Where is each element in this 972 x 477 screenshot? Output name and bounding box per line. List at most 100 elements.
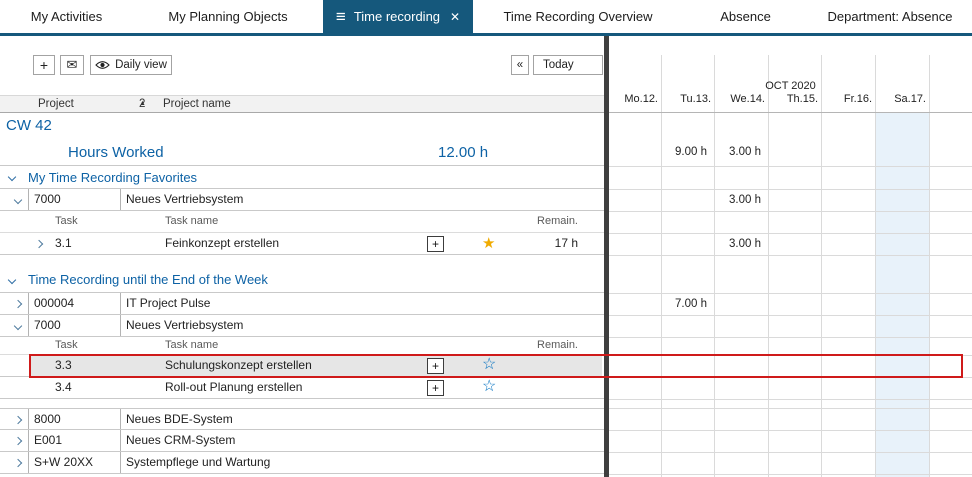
menu-icon[interactable]: ≡ <box>336 8 346 25</box>
grid-line <box>609 211 972 212</box>
day-header-tu: Tu.13. <box>661 93 711 106</box>
grid-line <box>821 55 822 477</box>
column-task-name: Task name <box>165 211 218 232</box>
hours-cell-total-wednesday[interactable]: 3.00 h <box>715 139 765 166</box>
section-favorites[interactable]: My Time Recording Favorites <box>0 166 604 189</box>
expand-task-icon[interactable] <box>35 240 43 248</box>
grid-line <box>609 377 972 378</box>
tab-my-planning-objects[interactable]: My Planning Objects <box>133 0 323 33</box>
project-code-cell[interactable]: 7000 <box>28 189 121 210</box>
add-time-entry-button[interactable]: + <box>427 380 444 396</box>
collapse-section-icon[interactable] <box>8 173 16 181</box>
previous-week-button[interactable]: « <box>511 55 529 75</box>
section-end-of-week-title: Time Recording until the End of the Week <box>28 267 268 293</box>
eye-icon <box>95 60 110 70</box>
hours-worked-label: Hours Worked <box>68 139 164 166</box>
tab-my-activities[interactable]: My Activities <box>0 0 133 33</box>
task-row-3-3-selected[interactable]: 3.3 Schulungskonzept erstellen + ☆ <box>0 355 604 377</box>
panel-splitter[interactable] <box>604 36 609 477</box>
column-remain: Remain. <box>500 337 578 354</box>
task-row-3-1[interactable]: 3.1 Feinkonzept erstellen + ★ 17 h <box>0 233 604 255</box>
tab-time-recording-overview[interactable]: Time Recording Overview <box>473 0 683 33</box>
daily-view-label: Daily view <box>115 59 167 71</box>
tab-time-recording-label: Time recording <box>354 9 440 24</box>
expand-project-icon[interactable] <box>14 437 22 445</box>
day-header-we: We.14. <box>714 93 765 106</box>
grid-line <box>609 255 972 256</box>
expand-project-icon[interactable] <box>14 416 22 424</box>
task-name-cell: Feinkonzept erstellen <box>165 233 279 254</box>
project-name-cell: Neues Vertriebsystem <box>126 189 243 210</box>
calendar-week-title: CW 42 <box>6 117 52 134</box>
month-label: OCT 2020 <box>609 80 972 92</box>
grid-line <box>609 233 972 234</box>
collapse-section-icon[interactable] <box>8 276 16 284</box>
daily-view-button[interactable]: Daily view <box>90 55 172 75</box>
expand-project-icon[interactable] <box>14 459 22 467</box>
section-favorites-title: My Time Recording Favorites <box>28 166 197 189</box>
today-button[interactable]: Today <box>533 55 603 75</box>
task-row-3-4[interactable]: 3.4 Roll-out Planung erstellen + ☆ <box>0 377 604 399</box>
grid-line <box>714 55 715 477</box>
expand-project-icon[interactable] <box>14 300 22 308</box>
project-name-cell: IT Project Pulse <box>126 293 210 314</box>
grid-line <box>609 452 972 453</box>
tab-department-absence[interactable]: Department: Absence <box>808 0 972 33</box>
grid-line <box>609 189 972 190</box>
project-code-cell[interactable]: 000004 <box>28 293 121 314</box>
day-header-sa: Sa.17. <box>875 93 926 106</box>
project-name-cell: Neues CRM-System <box>126 430 235 451</box>
task-column-header: Task Task name Remain. <box>0 337 604 355</box>
column-project-name: Project name <box>163 96 231 112</box>
project-row-sw20xx[interactable]: S+W 20XX Systempflege und Wartung <box>0 452 604 474</box>
project-row-7000[interactable]: 7000 Neues Vertriebsystem <box>0 315 604 337</box>
project-row-000004[interactable]: 000004 IT Project Pulse <box>0 293 604 315</box>
hours-worked-total: 12.00 h <box>438 139 488 166</box>
tab-absence[interactable]: Absence <box>683 0 808 33</box>
section-end-of-week[interactable]: Time Recording until the End of the Week <box>0 267 604 293</box>
column-task-name: Task name <box>165 337 218 354</box>
tab-time-recording[interactable]: ≡ Time recording ✕ <box>323 0 473 33</box>
grid-line <box>609 355 972 356</box>
grid-line <box>609 166 972 167</box>
column-task: Task <box>55 337 78 354</box>
close-tab-icon[interactable]: ✕ <box>450 11 460 23</box>
project-row-e001[interactable]: E001 Neues CRM-System <box>0 430 604 452</box>
project-name-cell: Neues Vertriebsystem <box>126 315 243 336</box>
grid-line <box>661 55 662 477</box>
add-time-entry-button[interactable]: + <box>427 358 444 374</box>
remaining-hours-cell: 17 h <box>500 233 578 254</box>
task-code-cell: 3.4 <box>55 377 72 398</box>
favorite-star-outline-icon[interactable]: ☆ <box>482 379 496 395</box>
hours-cell-project1-tuesday[interactable]: 7.00 h <box>661 293 711 315</box>
project-code-cell[interactable]: S+W 20XX <box>28 452 121 473</box>
mail-button[interactable]: ✉ <box>60 55 84 75</box>
app-window: My Activities My Planning Objects ≡ Time… <box>0 0 972 477</box>
grid-line <box>609 337 972 338</box>
project-code-cell[interactable]: 8000 <box>28 409 121 429</box>
selected-row-background <box>30 355 602 376</box>
project-row-8000[interactable]: 8000 Neues BDE-System <box>0 408 604 430</box>
project-name-cell: Neues BDE-System <box>126 409 233 430</box>
add-time-entry-button[interactable]: + <box>427 236 444 252</box>
project-code-cell[interactable]: 7000 <box>28 315 121 336</box>
calendar-panel: OCT 2020 Mo.12. Tu.13. We.14. Th.15. Fr.… <box>609 36 972 477</box>
day-header-th: Th.15. <box>768 93 818 106</box>
column-task: Task <box>55 211 78 232</box>
hours-cell-total-tuesday[interactable]: 9.00 h <box>661 139 711 166</box>
project-code-cell[interactable]: E001 <box>28 430 121 451</box>
task-column-header: Task Task name Remain. <box>0 211 604 233</box>
sort-ascending-icon: ▲ <box>139 96 146 112</box>
task-name-cell: Roll-out Planung erstellen <box>165 377 302 398</box>
project-name-cell: Systempflege und Wartung <box>126 452 270 473</box>
table-column-header: Project 2▲ Project name <box>0 95 604 113</box>
favorite-star-icon[interactable]: ★ <box>482 236 495 251</box>
favorite-star-outline-icon[interactable]: ☆ <box>482 357 496 373</box>
hours-cell-fav-task-wednesday[interactable]: 3.00 h <box>715 233 765 255</box>
add-button[interactable]: + <box>33 55 55 75</box>
project-row-favorite-7000[interactable]: 7000 Neues Vertriebsystem <box>0 189 604 211</box>
hours-cell-fav-project-wednesday[interactable]: 3.00 h <box>715 189 765 211</box>
collapse-project-icon[interactable] <box>14 196 22 204</box>
grid-line <box>768 55 769 477</box>
collapse-project-icon[interactable] <box>14 322 22 330</box>
